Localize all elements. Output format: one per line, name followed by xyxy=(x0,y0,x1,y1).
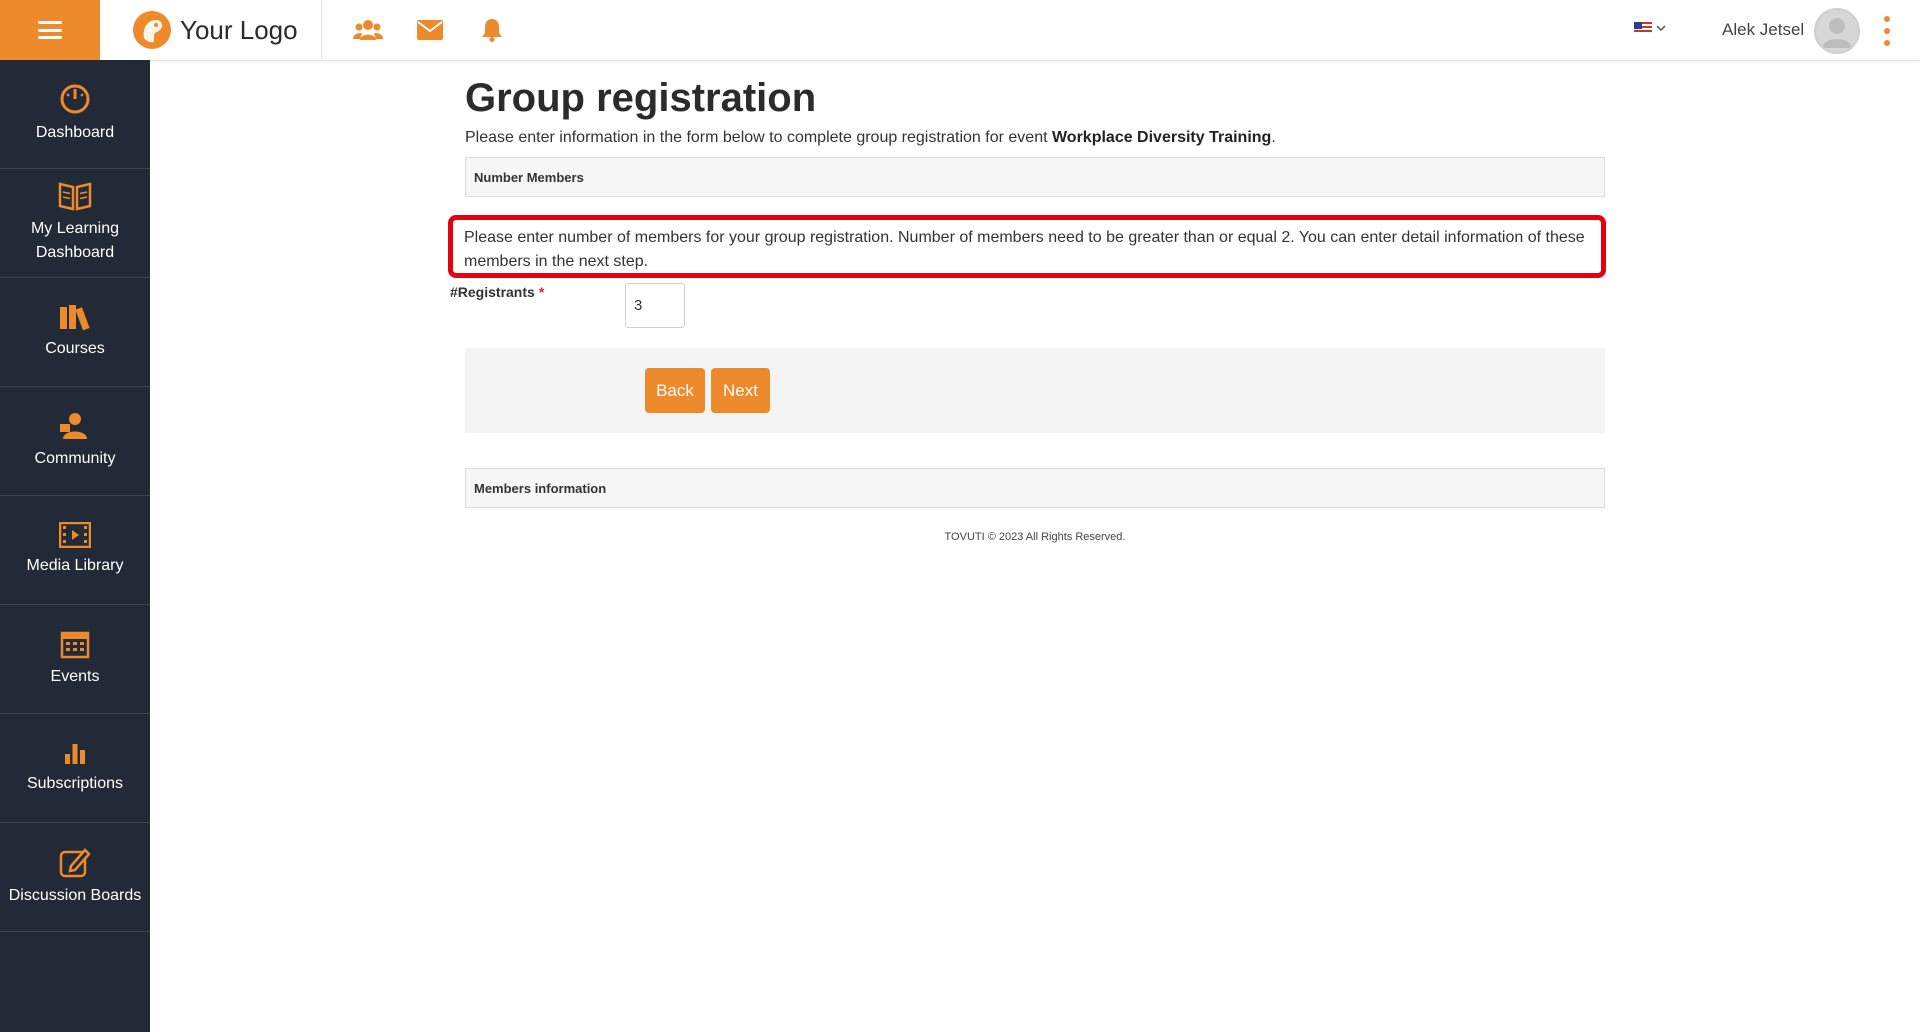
sidebar-item-subscriptions[interactable]: Subscriptions xyxy=(0,714,150,823)
sidebar-item-label: Community xyxy=(34,450,116,467)
user-placeholder-icon xyxy=(1822,18,1852,48)
registrants-input[interactable] xyxy=(625,283,685,328)
sidebar: Dashboard My Learning Dashboard Courses … xyxy=(0,60,150,1032)
chevron-down-icon xyxy=(1656,25,1666,31)
person-teaching-icon xyxy=(60,413,87,439)
sidebar-item-label: Subscriptions xyxy=(26,775,124,792)
bell-icon[interactable] xyxy=(476,14,508,46)
next-button[interactable]: Next xyxy=(711,368,770,413)
logo-text: Your Logo xyxy=(180,14,298,45)
avatar[interactable] xyxy=(1814,8,1860,54)
members-information-section: Members information xyxy=(465,468,1605,508)
event-name: Workplace Diversity Training xyxy=(1051,129,1272,146)
top-bar: Your Logo Alek Jetsel xyxy=(0,0,1920,61)
required-marker: * xyxy=(538,284,545,300)
us-flag-icon xyxy=(1634,22,1652,34)
intro-suffix: . xyxy=(1271,129,1276,146)
sidebar-item-discussion-boards[interactable]: Discussion Boards xyxy=(0,823,150,932)
sidebar-item-dashboard[interactable]: Dashboard xyxy=(0,60,150,169)
sidebar-item-label: Discussion Boards xyxy=(8,887,142,904)
registrants-label: #Registrants * xyxy=(450,284,544,300)
open-book-icon xyxy=(58,182,92,211)
form-actions: Back Next xyxy=(465,348,1605,433)
sidebar-item-courses[interactable]: Courses xyxy=(0,278,150,387)
intro-prefix: Please enter information in the form bel… xyxy=(465,129,1052,146)
sidebar-item-label: My Learning Dashboard xyxy=(30,220,120,261)
user-name[interactable]: Alek Jetsel xyxy=(1722,20,1804,40)
calendar-icon xyxy=(60,631,90,659)
envelope-icon[interactable] xyxy=(414,14,446,46)
hamburger-icon xyxy=(38,21,62,39)
logo-icon xyxy=(133,11,171,49)
dashboard-gauge-icon xyxy=(60,84,90,114)
main-content: Group registration Please enter informat… xyxy=(465,60,1605,197)
page-title: Group registration xyxy=(465,76,817,120)
sidebar-item-media-library[interactable]: Media Library xyxy=(0,496,150,605)
sidebar-item-label: Dashboard xyxy=(35,124,115,141)
pen-square-icon xyxy=(59,848,91,878)
sidebar-item-events[interactable]: Events xyxy=(0,605,150,714)
logo[interactable]: Your Logo xyxy=(100,0,322,60)
instructions-text: Please enter number of members for your … xyxy=(448,215,1606,278)
books-icon xyxy=(60,305,90,331)
registrants-label-text: #Registrants xyxy=(450,284,535,300)
members-information-heading: Members information xyxy=(465,468,1605,508)
sidebar-item-my-learning-dashboard[interactable]: My Learning Dashboard xyxy=(0,169,150,278)
sidebar-item-label: Media Library xyxy=(26,557,124,574)
users-icon[interactable] xyxy=(352,14,384,46)
footer-copyright: TOVUTI © 2023 All Rights Reserved. xyxy=(944,531,1126,543)
intro-text: Please enter information in the form bel… xyxy=(465,129,1605,147)
sidebar-item-label: Events xyxy=(50,668,100,685)
sidebar-item-community[interactable]: Community xyxy=(0,387,150,496)
more-options-icon[interactable] xyxy=(1882,16,1892,46)
menu-toggle-button[interactable] xyxy=(0,0,100,60)
number-members-heading: Number Members xyxy=(465,157,1605,197)
sidebar-item-label: Courses xyxy=(45,340,105,357)
back-button[interactable]: Back xyxy=(645,368,705,413)
bar-chart-icon xyxy=(65,744,85,764)
language-selector[interactable] xyxy=(1634,22,1666,34)
film-icon xyxy=(59,522,91,548)
